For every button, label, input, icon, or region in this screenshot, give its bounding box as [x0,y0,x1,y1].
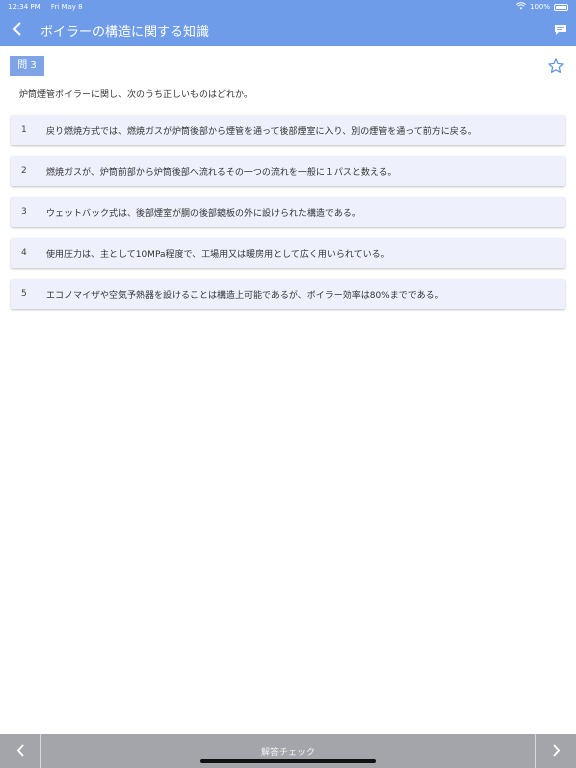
answer-option-3[interactable]: 3 ウェットバック式は、後部煙室が胴の後部鏡板の外に設けられた構造である。 [11,197,565,227]
wifi-icon [515,2,527,12]
answer-options: 1 戻り燃焼方式では、燃焼ガスが炉筒後部から煙管を通って後部煙室に入り、別の煙管… [11,115,565,320]
comment-icon [554,21,567,40]
option-number: 4 [21,248,27,258]
option-text: ウェットバック式は、後部煙室が胴の後部鏡板の外に設けられた構造である。 [46,208,361,219]
option-number: 1 [21,125,27,135]
next-question-button[interactable] [535,734,576,768]
page-title: ボイラーの構造に関する知識 [40,24,210,40]
battery-icon [554,3,568,11]
answer-option-4[interactable]: 4 使用圧力は、主として10MPa程度で、工場用又は暖房用として広く用いられてい… [11,238,565,268]
status-right: 100% [515,2,568,12]
status-time: 12:34 PM [8,3,41,11]
chevron-left-icon [16,742,25,761]
status-left: 12:34 PM Fri May 8 [8,3,91,11]
option-text: 燃焼ガスが、炉筒前部から炉筒後部へ流れるその一つの流れを一般に１パスと数える。 [46,167,397,178]
chevron-right-icon [552,742,561,761]
nav-bar: ボイラーの構造に関する知識 [0,14,576,46]
home-indicator [200,759,376,763]
previous-question-button[interactable] [0,734,41,768]
option-number: 3 [21,207,27,217]
option-number: 2 [21,166,27,176]
answer-option-5[interactable]: 5 エコノマイザや空気予熱器を設けることは構造上可能であるが、ボイラー効率は80… [11,279,565,309]
option-text: エコノマイザや空気予熱器を設けることは構造上可能であるが、ボイラー効率は80%ま… [46,290,444,301]
question-content: 問 3 炉筒煙管ボイラーに関し、次のうち正しいものはどれか。 1 戻り燃焼方式で… [0,46,576,734]
star-outline-icon [547,58,565,79]
question-number-badge: 問 3 [10,56,44,76]
battery-percent: 100% [529,3,550,11]
bookmark-button[interactable] [547,57,567,77]
comment-button[interactable] [544,14,576,46]
back-button[interactable] [0,14,34,46]
option-text: 使用圧力は、主として10MPa程度で、工場用又は暖房用として広く用いられている。 [46,249,390,260]
answer-option-1[interactable]: 1 戻り燃焼方式では、燃焼ガスが炉筒後部から煙管を通って後部煙室に入り、別の煙管… [11,115,565,145]
option-text: 戻り燃焼方式では、燃焼ガスが炉筒後部から煙管を通って後部煙室に入り、別の煙管を通… [46,126,477,137]
status-date: Fri May 8 [50,3,83,11]
status-bar: 12:34 PM Fri May 8 100% [0,0,576,14]
chevron-left-icon [12,21,22,40]
question-text: 炉筒煙管ボイラーに関し、次のうち正しいものはどれか。 [19,90,253,100]
option-number: 5 [21,289,27,299]
answer-option-2[interactable]: 2 燃焼ガスが、炉筒前部から炉筒後部へ流れるその一つの流れを一般に１パスと数える… [11,156,565,186]
